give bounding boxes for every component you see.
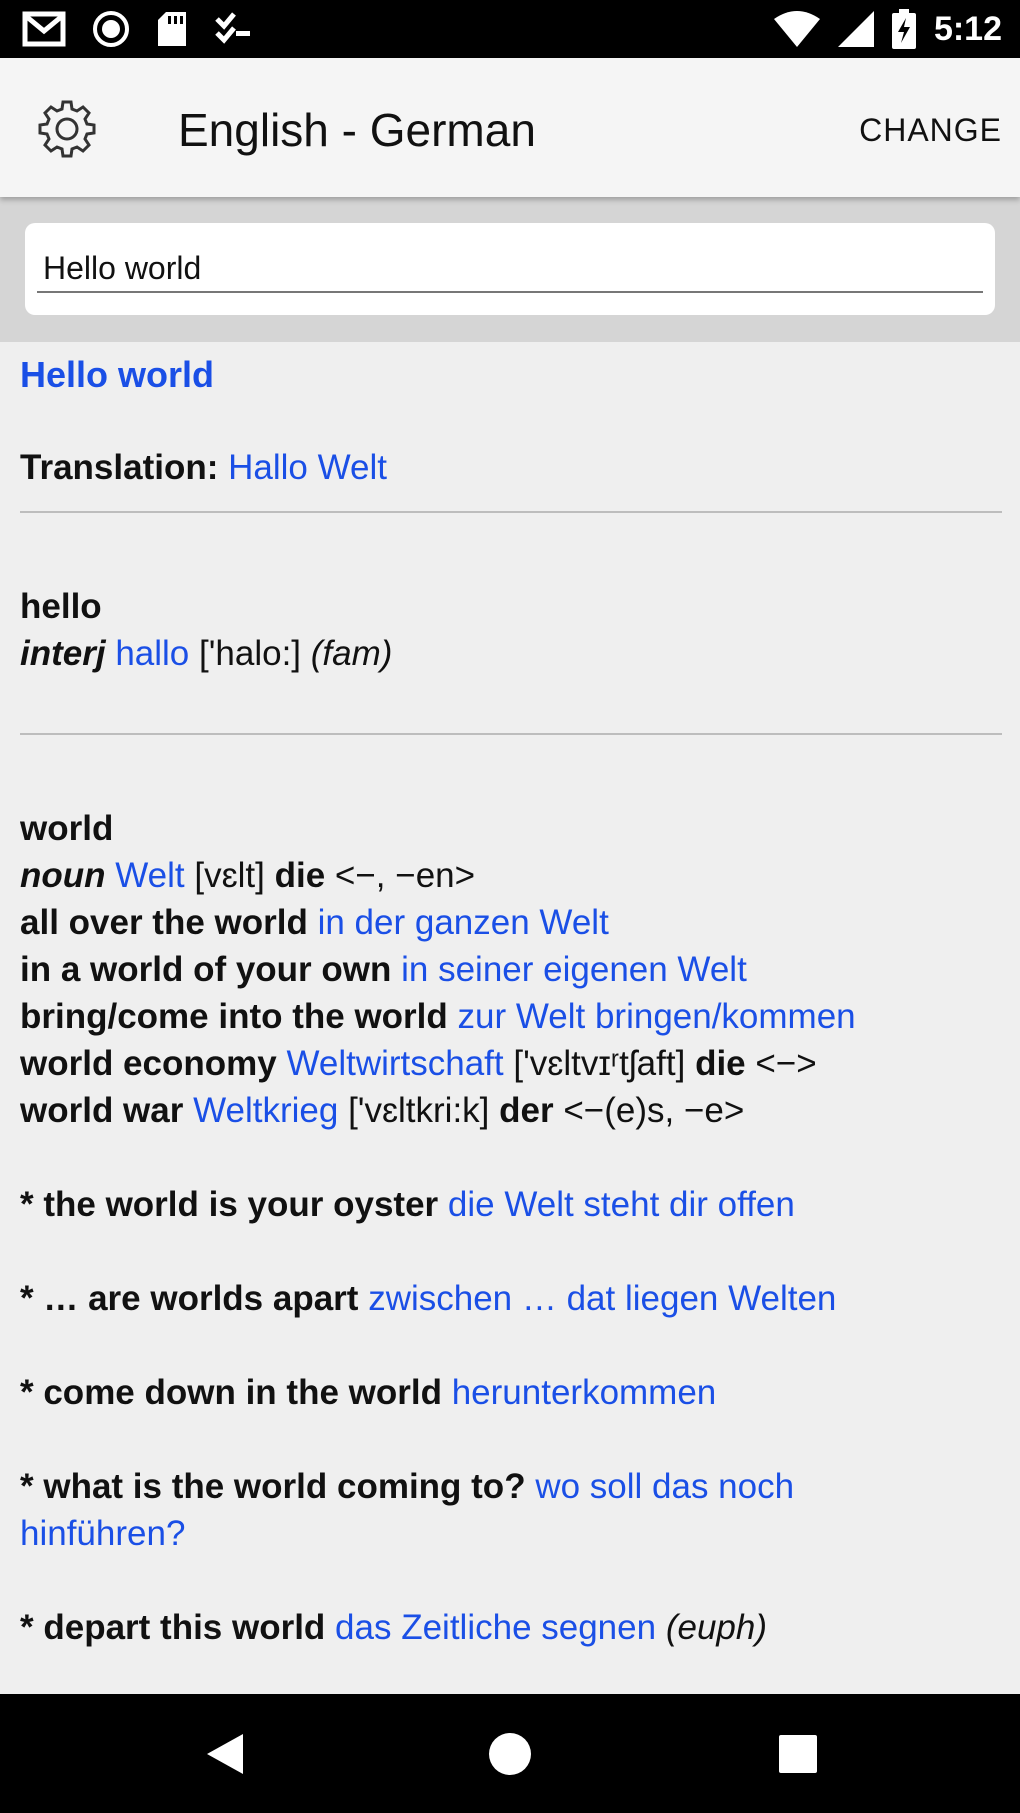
pronunciation: ['vɛltkri:k] [348,1091,490,1130]
entry-hello-line: interj hallo ['halo:] (fam) [20,630,1002,677]
idiom-de[interactable]: herunterkommen [452,1373,717,1412]
inflection: <−(e)s, −e> [563,1091,745,1130]
phrase-row: all over the world in der ganzen Welt [20,899,1002,946]
phrase-en: in a world of your own [20,950,392,989]
status-notifications [22,10,252,48]
entry-world-line: noun Welt [vɛlt] die <−, −en> [20,852,1002,899]
pos-label: noun [20,856,106,895]
app-bar: English - German CHANGE [0,58,1020,197]
gear-icon[interactable] [36,98,98,160]
entry-word-hello: hello [20,587,102,626]
usage-note: (fam) [310,634,393,673]
phrase-de[interactable]: in der ganzen Welt [318,903,609,942]
phrase-de[interactable]: in seiner eigenen Welt [401,950,747,989]
signal-icon [837,11,874,47]
phrase-row: in a world of your own in seiner eigenen… [20,946,1002,993]
pronunciation: ['halo:] [199,634,302,673]
article: die [274,856,326,895]
phrase-de[interactable]: Weltwirtschaft [286,1044,503,1083]
phrase-en: world war [20,1091,184,1130]
idiom-en: * come down in the world [20,1373,442,1412]
pronunciation: [vɛlt] [194,856,265,895]
idiom-en: * … are worlds apart [20,1279,359,1318]
inflection: <−, −en> [334,856,476,895]
page-title: English - German [178,104,536,156]
phrase-de[interactable]: Weltkrieg [193,1091,338,1130]
status-system: 5:12 [773,8,1002,50]
idiom-en: * what is the world coming to? [20,1467,526,1506]
article: der [499,1091,554,1130]
idiom-en: * depart this world [20,1608,326,1647]
status-time: 5:12 [933,10,1002,48]
idiom-row: * … are worlds apart zwischen … dat lieg… [20,1275,1002,1322]
usage-note: (euph) [665,1608,767,1647]
results-content[interactable]: Hello world Translation: Hallo Welt hell… [20,342,1002,1694]
idiom-row: * depart this world das Zeitliche segnen… [20,1604,1002,1651]
home-icon[interactable] [488,1732,532,1776]
translation-link[interactable]: Welt [115,856,184,895]
battery-icon [891,9,916,49]
navigation-bar [0,1694,1020,1813]
record-icon [93,11,129,47]
phrase-en: world economy [20,1044,277,1083]
back-icon[interactable] [205,1732,245,1776]
phrase-row: world war Weltkrieg ['vɛltkri:k] der <−(… [20,1087,1002,1134]
change-language-button[interactable]: CHANGE [859,108,1002,152]
article: die [695,1044,746,1083]
idiom-en: * the world is your oyster [20,1185,439,1224]
idiom-row: * what is the world coming to? wo soll d… [20,1463,920,1557]
gmail-icon [22,11,66,47]
translation-line: Translation: Hallo Welt [20,444,1002,491]
search-card [25,223,995,315]
sd-card-icon [158,12,186,46]
idiom-de[interactable]: zwischen … dat liegen Welten [368,1279,836,1318]
translation-link[interactable]: hallo [115,634,189,673]
inflection: <−> [755,1044,817,1083]
translation-label: Translation: [20,448,219,487]
search-area [0,197,1020,342]
idiom-row: * come down in the world herunterkommen [20,1369,1002,1416]
phrase-en: all over the world [20,903,308,942]
entry-word-world: world [20,809,114,848]
pronunciation: ['vɛltvɪʳtʃaft] [513,1044,686,1083]
phrase-en: bring/come into the world [20,997,448,1036]
idiom-de[interactable]: das Zeitliche segnen [335,1608,656,1647]
status-bar: 5:12 [0,0,1020,58]
idiom-row: * the world is your oyster die Welt steh… [20,1181,1002,1228]
checklist-icon [215,12,250,44]
search-input[interactable] [37,245,983,293]
phrase-row: bring/come into the world zur Welt bring… [20,993,1002,1040]
pos-label: interj [20,634,106,673]
result-headword: Hello world [20,354,215,395]
translation-text[interactable]: Hallo Welt [228,448,387,487]
wifi-icon [773,11,820,47]
idiom-de[interactable]: die Welt steht dir offen [448,1185,795,1224]
phrase-row: world economy Weltwirtschaft ['vɛltvɪʳtʃ… [20,1040,1002,1087]
phrase-de[interactable]: zur Welt bringen/kommen [458,997,856,1036]
recent-apps-icon[interactable] [778,1734,818,1774]
